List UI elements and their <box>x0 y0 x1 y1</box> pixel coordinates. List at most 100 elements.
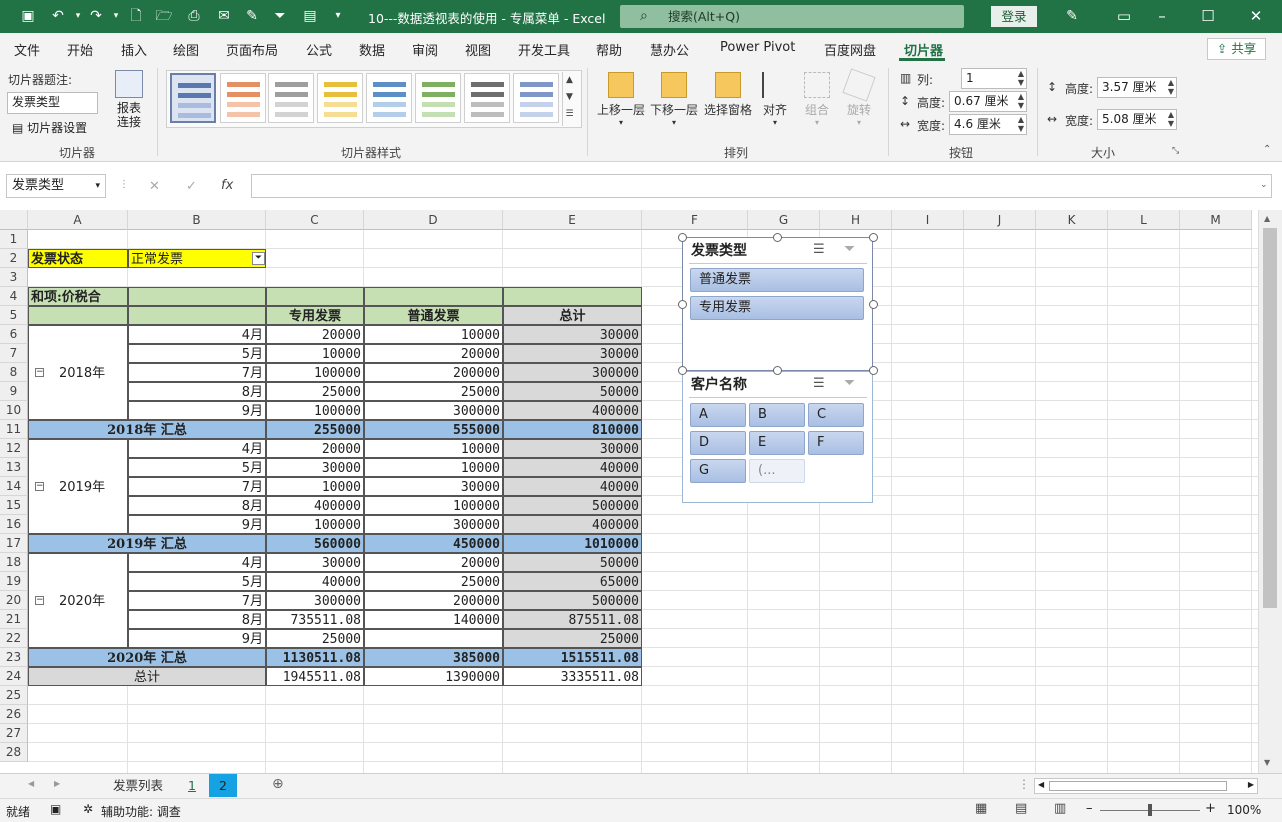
header-cell[interactable] <box>128 287 266 306</box>
zoom-slider-thumb[interactable] <box>1148 804 1152 816</box>
row-header[interactable]: 11 <box>0 420 28 439</box>
menu-insert[interactable]: 插入 <box>121 40 147 59</box>
month-cell[interactable]: 8月 <box>128 610 266 629</box>
cancel-icon[interactable]: ✕ <box>149 179 160 194</box>
subtotal-cell[interactable]: 555000 <box>364 420 503 439</box>
subtotal-cell[interactable]: 450000 <box>364 534 503 553</box>
size-dialog-launcher-icon[interactable]: ⤡ <box>1172 146 1179 156</box>
resize-handle[interactable] <box>773 233 782 242</box>
value-cell[interactable]: 300000 <box>266 591 364 610</box>
button-width-spinner-icon[interactable]: ▲ ▼ <box>1018 115 1024 133</box>
macro-record-icon[interactable]: ▣ <box>50 802 61 816</box>
select-all-corner[interactable] <box>0 210 28 230</box>
resize-handle[interactable] <box>773 366 782 375</box>
total-cell[interactable]: 50000 <box>503 553 642 572</box>
subtotal-cell[interactable]: 1130511.08 <box>266 648 364 667</box>
month-cell[interactable]: 5月 <box>128 458 266 477</box>
total-cell[interactable]: 875511.08 <box>503 610 642 629</box>
header-cell[interactable] <box>503 287 642 306</box>
grand-total-cell[interactable]: 3335511.08 <box>503 667 642 686</box>
columns-spinner-icon[interactable]: ▲ ▼ <box>1018 69 1024 87</box>
month-cell[interactable]: 9月 <box>128 629 266 648</box>
total-cell[interactable]: 25000 <box>503 629 642 648</box>
slicer-style-swatch[interactable] <box>513 73 559 123</box>
month-cell[interactable]: 8月 <box>128 382 266 401</box>
value-cell[interactable]: 25000 <box>266 382 364 401</box>
vertical-scrollbar[interactable]: ▲ ▼ <box>1258 210 1282 773</box>
slicer-caption-input[interactable]: 发票类型 <box>7 92 98 114</box>
selection-pane-button[interactable]: 选择窗格 <box>702 72 754 118</box>
name-box[interactable]: 发票类型 ▾ <box>6 174 106 198</box>
value-cell[interactable]: 100000 <box>266 363 364 382</box>
month-cell[interactable]: 4月 <box>128 553 266 572</box>
horizontal-scroll-thumb[interactable] <box>1049 781 1227 791</box>
menu-developer[interactable]: 开发工具 <box>518 40 570 59</box>
value-cell[interactable]: 10000 <box>364 439 503 458</box>
slicer-style-swatch[interactable] <box>268 73 314 123</box>
enter-icon[interactable]: ✓ <box>186 179 197 194</box>
value-cell[interactable]: 140000 <box>364 610 503 629</box>
header-cell[interactable] <box>266 287 364 306</box>
row-header[interactable]: 1 <box>0 230 28 249</box>
subtotal-cell[interactable]: 560000 <box>266 534 364 553</box>
row-header[interactable]: 7 <box>0 344 28 363</box>
month-cell[interactable]: 7月 <box>128 477 266 496</box>
row-header[interactable]: 8 <box>0 363 28 382</box>
resize-handle[interactable] <box>678 300 687 309</box>
redo-icon[interactable]: ↷ <box>86 7 106 25</box>
add-sheet-icon[interactable]: ⊕ <box>272 776 284 792</box>
expand-formula-icon[interactable]: ⌄ <box>1260 180 1268 190</box>
save-icon[interactable]: ▣ <box>18 7 38 25</box>
value-cell[interactable]: 30000 <box>266 553 364 572</box>
subtotal-cell[interactable]: 810000 <box>503 420 642 439</box>
column-header[interactable]: M <box>1180 210 1252 230</box>
group-button[interactable]: 组合 ▾ <box>800 72 834 127</box>
value-cell[interactable]: 735511.08 <box>266 610 364 629</box>
collapse-ribbon-icon[interactable]: ⌃ <box>1263 144 1271 155</box>
edit-icon[interactable]: ✎ <box>242 7 262 25</box>
normal-view-icon[interactable]: ▦ <box>975 801 987 816</box>
minimize-icon[interactable]: – <box>1152 6 1172 26</box>
column-field-header[interactable]: 普通发票 <box>364 306 503 325</box>
sheet-tab[interactable]: 1 <box>177 774 207 797</box>
value-cell[interactable]: 10000 <box>266 344 364 363</box>
hscroll-right-icon[interactable]: ▶ <box>1248 780 1254 789</box>
slicer-item[interactable]: B <box>749 403 805 427</box>
clear-filter-icon[interactable]: ⏷ <box>844 241 855 257</box>
row-header[interactable]: 20 <box>0 591 28 610</box>
filter-icon[interactable]: ⏷ <box>270 7 290 25</box>
row-header[interactable]: 15 <box>0 496 28 515</box>
menu-baidu-netdisk[interactable]: 百度网盘 <box>824 40 876 59</box>
redo-dropdown-icon[interactable]: ▾ <box>106 7 126 25</box>
button-width-input[interactable]: 4.6 厘米 ▲ ▼ <box>949 114 1027 135</box>
resize-handle[interactable] <box>869 233 878 242</box>
sheet-tab[interactable]: 发票列表 <box>101 774 175 797</box>
menu-huibangong[interactable]: 慧办公 <box>650 40 689 59</box>
slicer-item[interactable]: 专用发票 <box>690 296 864 320</box>
row-header[interactable]: 24 <box>0 667 28 686</box>
header-cell[interactable] <box>28 306 128 325</box>
value-cell[interactable]: 30000 <box>364 477 503 496</box>
menu-review[interactable]: 审阅 <box>412 40 438 59</box>
slicer-style-swatch[interactable] <box>415 73 461 123</box>
zoom-out-icon[interactable]: – <box>1086 801 1093 816</box>
total-cell[interactable]: 300000 <box>503 363 642 382</box>
report-connections-button[interactable]: 报表 连接 <box>110 70 148 129</box>
value-cell[interactable]: 10000 <box>364 325 503 344</box>
value-cell[interactable]: 20000 <box>364 344 503 363</box>
formula-more-icon[interactable]: ⋮ <box>119 179 129 190</box>
resize-handle[interactable] <box>678 366 687 375</box>
column-header[interactable]: F <box>642 210 748 230</box>
slicer-item[interactable]: 普通发票 <box>690 268 864 292</box>
value-cell[interactable]: 100000 <box>266 515 364 534</box>
menu-file[interactable]: 文件 <box>14 40 40 59</box>
value-cell[interactable]: 10000 <box>364 458 503 477</box>
multi-select-icon[interactable]: ☰ <box>813 376 825 391</box>
menu-home[interactable]: 开始 <box>67 40 93 59</box>
sheet-tab-active[interactable]: 2 <box>209 774 237 797</box>
value-cell[interactable]: 200000 <box>364 591 503 610</box>
value-cell[interactable]: 30000 <box>266 458 364 477</box>
row-header[interactable]: 23 <box>0 648 28 667</box>
month-cell[interactable]: 9月 <box>128 515 266 534</box>
value-cell[interactable]: 25000 <box>266 629 364 648</box>
